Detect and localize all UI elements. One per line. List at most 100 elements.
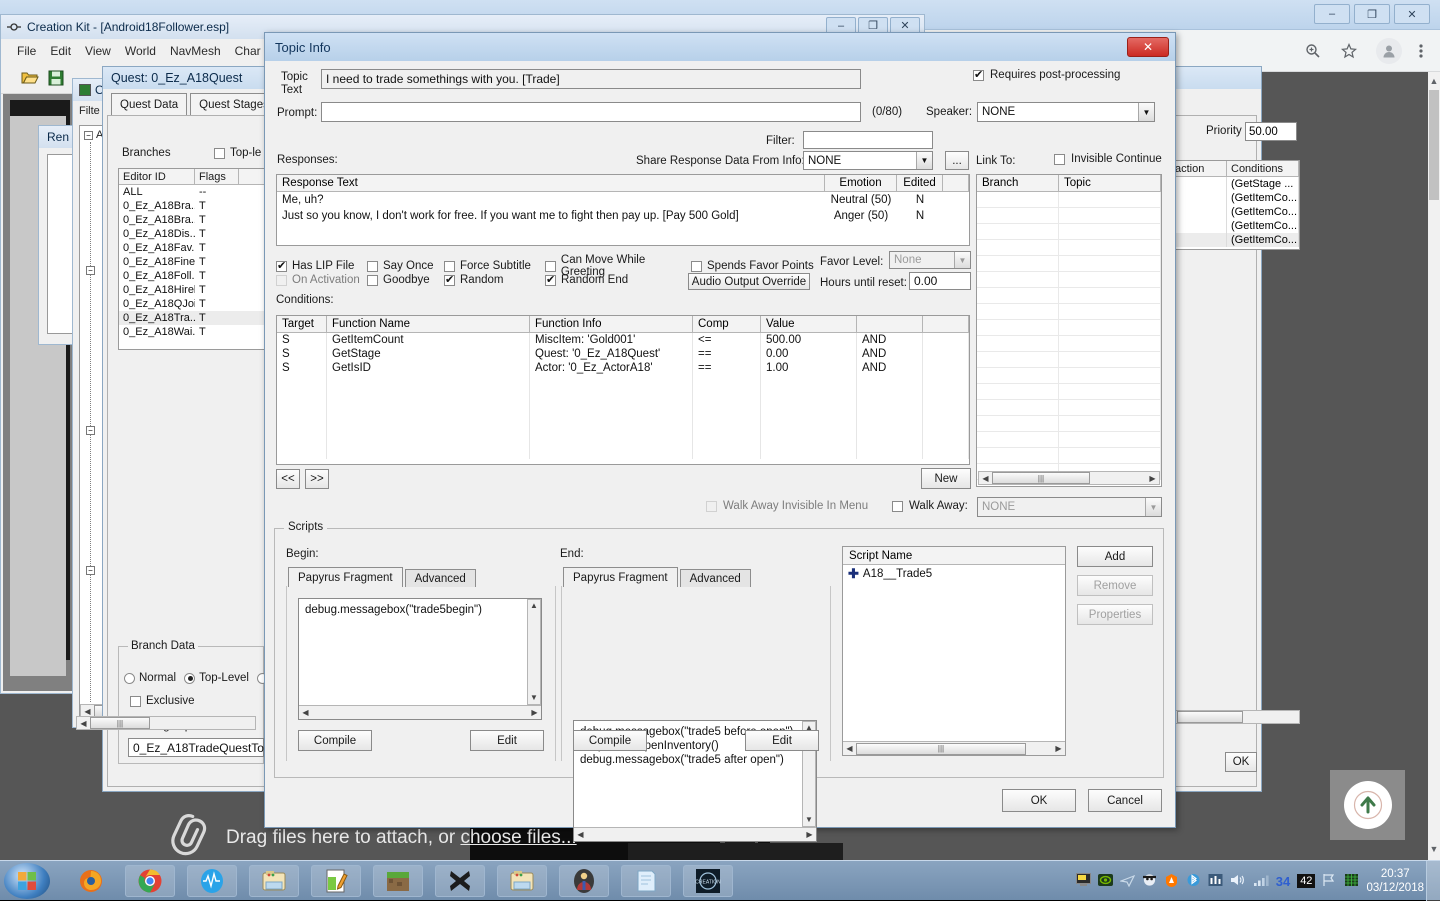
radio-toplevel[interactable] bbox=[184, 672, 196, 684]
chevron-down-icon-3[interactable]: ▼ bbox=[954, 252, 970, 268]
taskbar-item-folder[interactable] bbox=[249, 865, 299, 897]
cond-col-value[interactable]: Value bbox=[761, 316, 857, 332]
branch-row[interactable]: 0_Ez_A18Wai... T bbox=[119, 325, 265, 339]
resp-col-text[interactable]: Response Text bbox=[277, 175, 825, 191]
say-once-box[interactable] bbox=[367, 260, 378, 272]
tab-end-papyrus-fragment[interactable]: Papyrus Fragment bbox=[563, 567, 678, 587]
branch-row[interactable]: 0_Ez_A18Fav... T bbox=[119, 241, 265, 255]
plane-icon[interactable] bbox=[1118, 873, 1135, 890]
chrome-close-button[interactable]: ✕ bbox=[1394, 4, 1430, 24]
linkto-col-branch[interactable]: Branch bbox=[977, 175, 1059, 191]
link-to-list[interactable]: Branch Topic bbox=[976, 174, 1162, 487]
volume-icon[interactable] bbox=[1230, 873, 1246, 890]
link-to-row[interactable] bbox=[977, 192, 1161, 208]
menu-item-world[interactable]: World bbox=[125, 44, 156, 58]
start-orb-icon[interactable] bbox=[4, 863, 50, 899]
quest-table-hscroll[interactable] bbox=[1175, 710, 1300, 724]
show-desktop-button[interactable] bbox=[1426, 861, 1440, 901]
properties-script-button[interactable]: Properties bbox=[1077, 604, 1153, 625]
new-condition-button[interactable]: New bbox=[921, 468, 971, 489]
tree-root-node[interactable]: − A bbox=[84, 129, 103, 141]
script-name-header[interactable]: Script Name bbox=[843, 547, 1065, 565]
chevron-down-icon-2[interactable]: ▼ bbox=[916, 152, 932, 169]
profile-icon[interactable] bbox=[1376, 38, 1402, 64]
cond-col-comp[interactable]: Comp bbox=[693, 316, 761, 332]
objwin-hscroll-thumb[interactable]: ||| bbox=[90, 717, 150, 729]
taskbar-item-folder-2[interactable] bbox=[497, 865, 547, 897]
begin-code-vscroll[interactable]: ▲ ▼ bbox=[527, 599, 541, 705]
exclusive-checkbox[interactable]: Exclusive bbox=[130, 695, 195, 707]
link-to-row[interactable] bbox=[977, 336, 1161, 352]
green-grid-icon[interactable] bbox=[1344, 873, 1359, 890]
quest-condition-row[interactable]: (GetItemCo... bbox=[1171, 233, 1299, 247]
flag-icon[interactable] bbox=[1322, 873, 1337, 890]
link-to-row[interactable] bbox=[977, 272, 1161, 288]
checkbox-force-subtitle[interactable]: Force Subtitle bbox=[444, 260, 545, 272]
zoom-icon[interactable] bbox=[1300, 38, 1326, 64]
audio-output-override-button[interactable]: Audio Output Override bbox=[688, 273, 810, 290]
link-to-row[interactable] bbox=[977, 304, 1161, 320]
tab-end-advanced[interactable]: Advanced bbox=[679, 569, 751, 587]
begin-compile-button[interactable]: Compile bbox=[298, 730, 372, 751]
toplevel-checkbox-box[interactable] bbox=[214, 147, 225, 159]
checkbox-has-lip-file[interactable]: Has LIP File bbox=[276, 259, 367, 272]
add-script-button[interactable]: Add bbox=[1077, 546, 1153, 567]
taskbar-item-team[interactable] bbox=[559, 865, 609, 897]
branch-col-flags[interactable]: Flags bbox=[195, 169, 239, 184]
quest-condition-row[interactable]: (GetItemCo... bbox=[1171, 205, 1299, 219]
end-hscroll-left-icon[interactable]: ◀ bbox=[574, 830, 587, 839]
on-activation-box[interactable] bbox=[276, 274, 287, 286]
save-icon[interactable] bbox=[45, 67, 67, 89]
tab-quest-data[interactable]: Quest Data bbox=[111, 93, 188, 115]
random-end-box[interactable] bbox=[545, 273, 556, 286]
resp-col-emotion[interactable]: Emotion bbox=[825, 175, 897, 191]
begin-hscroll-left-icon[interactable]: ◀ bbox=[299, 708, 312, 717]
taskbar-item-notepad-edit[interactable] bbox=[311, 865, 361, 897]
prompt-field[interactable] bbox=[321, 102, 861, 122]
condition-row-empty[interactable] bbox=[277, 389, 969, 403]
chevron-down-icon[interactable]: ▼ bbox=[1138, 103, 1154, 121]
quest-ok-button[interactable]: OK bbox=[1225, 752, 1257, 772]
conditions-table[interactable]: Target Function Name Function Info Comp … bbox=[276, 315, 970, 465]
can-move-while-greeting-box[interactable] bbox=[545, 260, 556, 272]
condition-row-empty[interactable] bbox=[277, 445, 969, 459]
taskbar-item-notepad[interactable] bbox=[621, 865, 671, 897]
end-hscroll-right-icon[interactable]: ▶ bbox=[803, 830, 816, 839]
cond-col-logic[interactable] bbox=[857, 316, 923, 332]
branch-row[interactable]: 0_Ez_A18Bra... T bbox=[119, 199, 265, 213]
condition-row-empty[interactable] bbox=[277, 417, 969, 431]
resp-col-edited[interactable]: Edited bbox=[897, 175, 943, 191]
link-to-row[interactable] bbox=[977, 256, 1161, 272]
menu-item-edit[interactable]: Edit bbox=[50, 44, 71, 58]
end-compile-button[interactable]: Compile bbox=[573, 730, 647, 751]
walk-away-combo[interactable]: NONE ▼ bbox=[977, 497, 1162, 517]
quest-hscroll-thumb[interactable] bbox=[1177, 711, 1243, 723]
response-row[interactable]: Me, uh? Neutral (50) N bbox=[277, 192, 969, 208]
begin-hscroll-right-icon[interactable]: ▶ bbox=[528, 708, 541, 717]
script-name-list[interactable]: Script Name ✚ A18__Trade5 ◀ ||| ▶ bbox=[842, 546, 1066, 756]
linkto-col-topic[interactable]: Topic bbox=[1059, 175, 1161, 191]
filter-field[interactable] bbox=[803, 131, 933, 149]
topic-text-field[interactable]: I need to trade somethings with you. [Tr… bbox=[321, 69, 861, 89]
quest-col-conditions[interactable]: Conditions bbox=[1227, 161, 1299, 176]
begin-edit-button[interactable]: Edit bbox=[470, 730, 544, 751]
quest-condition-row[interactable]: (GetStage ... bbox=[1171, 177, 1299, 191]
pirate-icon[interactable] bbox=[1142, 873, 1157, 890]
menu-item-navmesh[interactable]: NavMesh bbox=[170, 44, 221, 58]
tree-expander-icon-2[interactable]: − bbox=[86, 266, 95, 275]
script-list-item[interactable]: ✚ A18__Trade5 bbox=[843, 567, 1065, 580]
link-to-row[interactable] bbox=[977, 208, 1161, 224]
star-icon[interactable] bbox=[1336, 38, 1362, 64]
tree-expander-icon-4[interactable]: − bbox=[86, 566, 95, 575]
linkto-hscroll-thumb[interactable]: ||| bbox=[992, 472, 1090, 484]
menu-item-view[interactable]: View bbox=[85, 44, 111, 58]
condition-row[interactable]: S GetItemCount MiscItem: 'Gold001' <= 500.00… bbox=[277, 333, 969, 347]
link-to-hscroll[interactable]: ◀ ||| ▶ bbox=[978, 471, 1160, 485]
tray-badge-2[interactable]: 42 bbox=[1297, 874, 1316, 888]
branch-col-editorid[interactable]: Editor ID bbox=[119, 169, 195, 184]
begin-code-hscroll[interactable]: ◀ ▶ bbox=[299, 705, 541, 719]
random-box[interactable] bbox=[444, 273, 455, 286]
invisible-continue-checkbox[interactable]: Invisible Continue bbox=[1054, 153, 1162, 165]
force-subtitle-box[interactable] bbox=[444, 260, 455, 272]
plus-icon[interactable]: ✚ bbox=[848, 567, 859, 580]
